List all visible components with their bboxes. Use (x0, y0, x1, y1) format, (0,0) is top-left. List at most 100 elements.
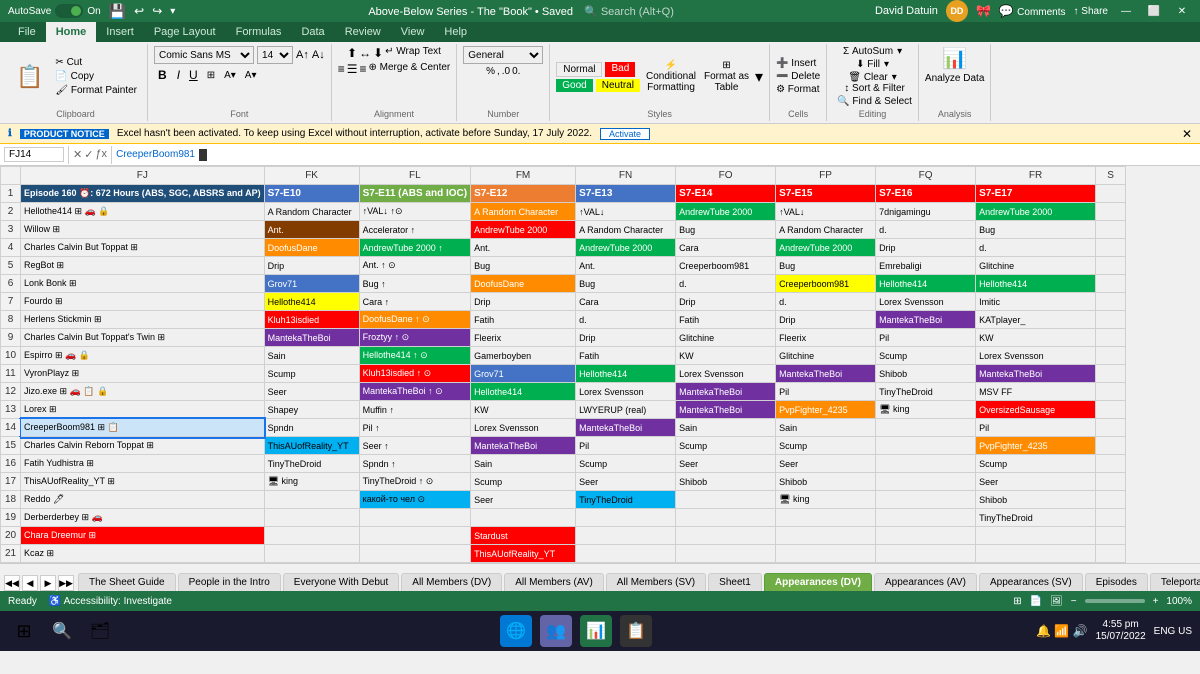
redo-icon[interactable]: ↪ (152, 4, 162, 18)
cell-fm6[interactable]: DoofusDane (471, 275, 576, 293)
cell-fq21[interactable] (876, 545, 976, 563)
cell-fp9[interactable]: Fleerix (776, 329, 876, 347)
cell-fj8[interactable]: Herlens Stickmin ⊞ (21, 311, 265, 329)
cell-fo3[interactable]: Bug (676, 221, 776, 239)
cell-fj19[interactable]: Derberderbey ⊞ 🚗 (21, 509, 265, 527)
cell-fm17[interactable]: Scump (471, 473, 576, 491)
col-header-fl[interactable]: FL (359, 167, 470, 185)
tab-file[interactable]: File (8, 22, 46, 42)
cell-fp3[interactable]: A Random Character (776, 221, 876, 239)
font-color-btn[interactable]: A▾ (242, 69, 260, 82)
cell-s21[interactable] (1096, 545, 1126, 563)
col-header-fp[interactable]: FP (776, 167, 876, 185)
style-normal-btn[interactable]: Normal (556, 62, 602, 77)
tab-insert[interactable]: Insert (96, 22, 144, 42)
cell-fj12[interactable]: Jizo.exe ⊞ 🚗 📋 🔒 (21, 383, 265, 401)
bold-btn[interactable]: B (154, 66, 171, 84)
cell-fl20[interactable] (359, 527, 470, 545)
cell-fj13[interactable]: Lorex ⊞ (21, 401, 265, 419)
cell-fo6[interactable]: d. (676, 275, 776, 293)
cell-fr14[interactable]: Pil (976, 419, 1096, 437)
cell-fq2[interactable]: 7dnigamingu (876, 203, 976, 221)
cell-fj2[interactable]: Hellothe414 ⊞ 🚗 🔒 (21, 203, 265, 221)
increase-decimal-btn[interactable]: .0 (502, 66, 510, 77)
taskbar-edge-icon[interactable]: 🌐 (500, 615, 532, 647)
cell-s6[interactable] (1096, 275, 1126, 293)
cell-fn4[interactable]: AndrewTube 2000 (576, 239, 676, 257)
cell-fn3[interactable]: A Random Character (576, 221, 676, 239)
cell-fn17[interactable]: Seer (576, 473, 676, 491)
autosum-dropdown[interactable]: ▾ (897, 46, 902, 57)
cell-fp7[interactable]: d. (776, 293, 876, 311)
cell-s17[interactable] (1096, 473, 1126, 491)
cell-fq5[interactable]: Emrebaligi (876, 257, 976, 275)
cell-fl18[interactable]: какой-то чел ⊙ (359, 491, 470, 509)
cell-fl9[interactable]: Froztyy ↑ ⊙ (359, 329, 470, 347)
cell-fm20[interactable]: Stardust (471, 527, 576, 545)
cell-fq17[interactable] (876, 473, 976, 491)
cell-fl2[interactable]: ↑VAL↓ ↑⊙ (359, 203, 470, 221)
cell-fo17[interactable]: Shibob (676, 473, 776, 491)
cell-fr3[interactable]: Bug (976, 221, 1096, 239)
cell-fr6[interactable]: Hellothe414 (976, 275, 1096, 293)
taskbar-excel-icon[interactable]: 📊 (580, 615, 612, 647)
sheet-tab-7[interactable]: Appearances (DV) (764, 573, 872, 591)
taskbar-app4-icon[interactable]: 📋 (620, 615, 652, 647)
view-page-icon[interactable]: 📄 (1030, 596, 1042, 607)
restore-btn[interactable]: ⬜ (1144, 4, 1164, 18)
cell-fr18[interactable]: Shibob (976, 491, 1096, 509)
cell-fp10[interactable]: Glitchine (776, 347, 876, 365)
cell-fk17[interactable]: 🖥 king (264, 473, 359, 491)
notice-close-icon[interactable]: ✕ (1182, 127, 1192, 141)
analyze-data-btn[interactable]: Analyze Data (925, 73, 984, 84)
cell-fm9[interactable]: Fleerix (471, 329, 576, 347)
cell-fp16[interactable]: Seer (776, 455, 876, 473)
tab-data[interactable]: Data (291, 22, 334, 42)
cell-fq20[interactable] (876, 527, 976, 545)
tab-scroll-right-btn[interactable]: ▶▶ (58, 575, 74, 591)
cell-fp20[interactable] (776, 527, 876, 545)
copy-btn[interactable]: 📄 Copy (51, 70, 141, 83)
save-icon[interactable]: 💾 (109, 3, 126, 20)
cell-fl19[interactable] (359, 509, 470, 527)
cell-fn10[interactable]: Fatih (576, 347, 676, 365)
cell-fq7[interactable]: Lorex Svensson (876, 293, 976, 311)
cell-fp2[interactable]: ↑VAL↓ (776, 203, 876, 221)
sheet-tab-3[interactable]: All Members (DV) (401, 573, 502, 591)
tab-review[interactable]: Review (335, 22, 391, 42)
cell-fk14[interactable]: Spndn (264, 419, 359, 437)
cell-styles-dropdown[interactable]: ▾ (755, 67, 763, 87)
cell-fn2[interactable]: ↑VAL↓ (576, 203, 676, 221)
shrink-font-btn[interactable]: A↓ (312, 49, 325, 61)
fill-btn[interactable]: ⬇ Fill (856, 59, 880, 70)
cell-fp15[interactable]: Scump (776, 437, 876, 455)
sheet-tab-10[interactable]: Episodes (1085, 573, 1148, 591)
zoom-out-btn[interactable]: − (1071, 596, 1077, 607)
cell-fn19[interactable] (576, 509, 676, 527)
cell-fn1[interactable]: S7-E13 (576, 185, 676, 203)
cell-fp11[interactable]: MantekaTheBoi (776, 365, 876, 383)
cell-fl12[interactable]: MantekaTheBoi ↑ ⊙ (359, 383, 470, 401)
cell-fj21[interactable]: Kcaz ⊞ (21, 545, 265, 563)
cell-s11[interactable] (1096, 365, 1126, 383)
col-header-s[interactable]: S (1096, 167, 1126, 185)
col-header-fq[interactable]: FQ (876, 167, 976, 185)
cell-fj7[interactable]: Fourdo ⊞ (21, 293, 265, 311)
cell-fo9[interactable]: Glitchine (676, 329, 776, 347)
cell-fk8[interactable]: Kluh13isdied (264, 311, 359, 329)
sheet-tab-8[interactable]: Appearances (AV) (874, 573, 977, 591)
cell-fl8[interactable]: DoofusDane ↑ ⊙ (359, 311, 470, 329)
minimize-btn[interactable]: — (1116, 4, 1136, 18)
cell-fn11[interactable]: Hellothe414 (576, 365, 676, 383)
cell-fo11[interactable]: Lorex Svensson (676, 365, 776, 383)
cell-fp4[interactable]: AndrewTube 2000 (776, 239, 876, 257)
col-header-fo[interactable]: FO (676, 167, 776, 185)
cell-fk11[interactable]: Scump (264, 365, 359, 383)
cell-fp18[interactable]: 🖥 king (776, 491, 876, 509)
col-header-fr[interactable]: FR (976, 167, 1096, 185)
start-menu-btn[interactable]: ⊞ (8, 615, 40, 647)
align-center-btn[interactable]: ☰ (347, 62, 358, 76)
cell-fm10[interactable]: Gamerboyben (471, 347, 576, 365)
cell-fr21[interactable] (976, 545, 1096, 563)
cell-fo14[interactable]: Sain (676, 419, 776, 437)
